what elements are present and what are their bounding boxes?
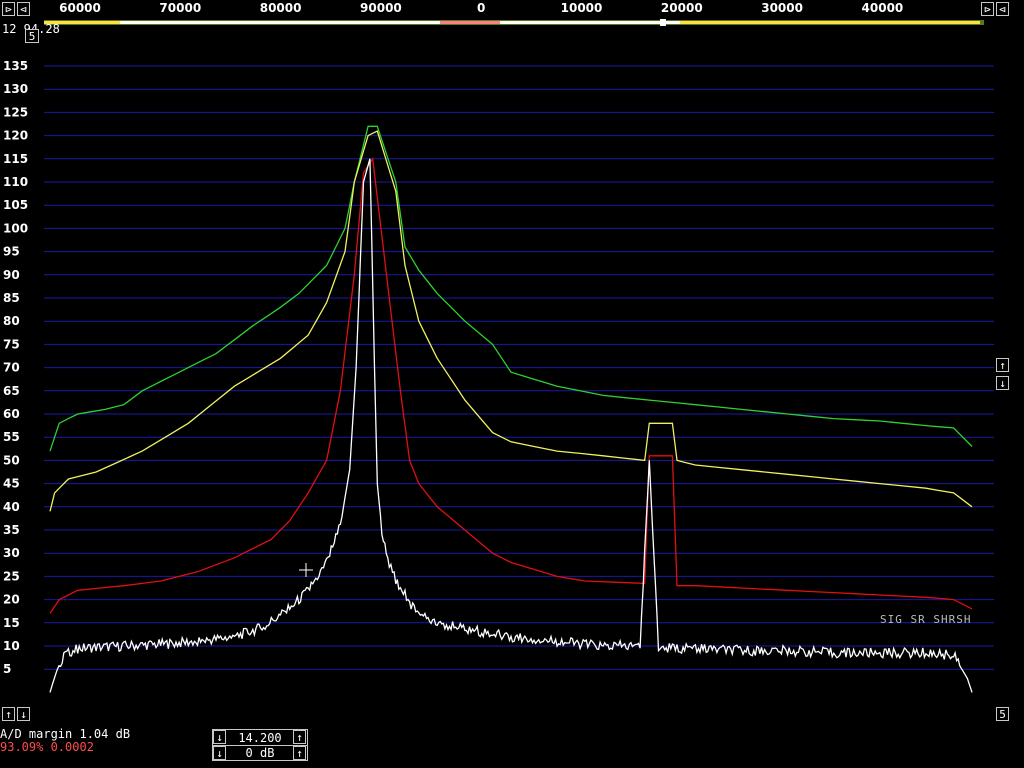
y-tick-label: 125 (3, 105, 28, 119)
scroll-right-arrow[interactable]: ⊲ (996, 2, 1009, 16)
y-tick-label: 135 (3, 59, 28, 73)
frequency-down-button[interactable]: ↓ (213, 730, 226, 744)
gain-value[interactable]: 0 dB (229, 746, 291, 760)
y-tick-label: 100 (3, 221, 28, 235)
y-tick-label: 45 (3, 477, 20, 491)
x-tick-label: 70000 (159, 1, 202, 15)
y-tick-label: 10 (3, 639, 20, 653)
scale-button-bottom[interactable]: 5 (996, 707, 1009, 721)
y-tick-label: 65 (3, 384, 20, 398)
y-tick-label: 115 (3, 152, 28, 166)
y-tick-label: 50 (3, 453, 20, 467)
x-tick-label: 80000 (259, 1, 302, 15)
y-tick-label: 70 (3, 361, 20, 375)
zoom-down-button-right[interactable]: ↓ (996, 376, 1009, 390)
zoom-down-button-left[interactable]: ↓ (17, 707, 30, 721)
y-tick-label: 75 (3, 337, 20, 351)
y-tick-label: 5 (3, 662, 11, 676)
stats-readout: 93.09% 0.0002 (0, 740, 94, 754)
y-tick-label: 35 (3, 523, 20, 537)
y-tick-label: 55 (3, 430, 20, 444)
scroll-left-arrow[interactable]: ⊲ (17, 2, 30, 16)
zoom-up-button-left[interactable]: ↑ (2, 707, 15, 721)
frequency-scale: 60000 70000 80000 90000 0 10000 20000 30000 4000… (32, 0, 980, 18)
x-tick-label: 10000 (560, 1, 603, 15)
ad-margin-readout: A/D margin 1.04 dB (0, 727, 131, 741)
zoom-up-button-right[interactable]: ↑ (996, 358, 1009, 372)
y-tick-label: 105 (3, 198, 28, 212)
y-tick-label: 25 (3, 569, 20, 583)
y-tick-label: 30 (3, 546, 20, 560)
gain-up-button[interactable]: ↑ (293, 746, 306, 760)
y-tick-label: 95 (3, 245, 20, 259)
frequency-value[interactable]: 14.200 (229, 731, 291, 745)
y-tick-label: 130 (3, 82, 28, 96)
y-tick-label: 80 (3, 314, 20, 328)
scroll-right-button[interactable]: ⊳ (981, 2, 994, 16)
x-tick-label: 40000 (861, 1, 904, 15)
x-tick-label: 20000 (660, 1, 703, 15)
gain-down-button[interactable]: ↓ (213, 746, 226, 760)
y-tick-label: 120 (3, 129, 28, 143)
y-tick-label: 110 (3, 175, 28, 189)
y-tick-label: 90 (3, 268, 20, 282)
scale-button-top[interactable]: 5 (25, 29, 39, 43)
x-tick-label: 0 (477, 1, 486, 15)
spectrum-plot[interactable]: 1351301251201151101051009590858075706560… (0, 0, 1024, 768)
y-tick-label: 15 (3, 616, 20, 630)
overview-bar (44, 19, 984, 26)
x-tick-label: 90000 (360, 1, 402, 15)
overlay-text: SIG SR SHRSH (880, 613, 972, 626)
y-tick-label: 40 (3, 500, 20, 514)
scroll-left-button[interactable]: ⊳ (2, 2, 15, 16)
x-tick-label: 30000 (761, 1, 803, 15)
frequency-gain-control: ↓ 14.200 ↑ ↓ 0 dB ↑ (212, 729, 308, 761)
frequency-up-button[interactable]: ↑ (293, 730, 306, 744)
y-tick-label: 60 (3, 407, 20, 421)
x-tick-label: 60000 (59, 1, 101, 15)
y-tick-label: 20 (3, 593, 20, 607)
y-tick-label: 85 (3, 291, 20, 305)
